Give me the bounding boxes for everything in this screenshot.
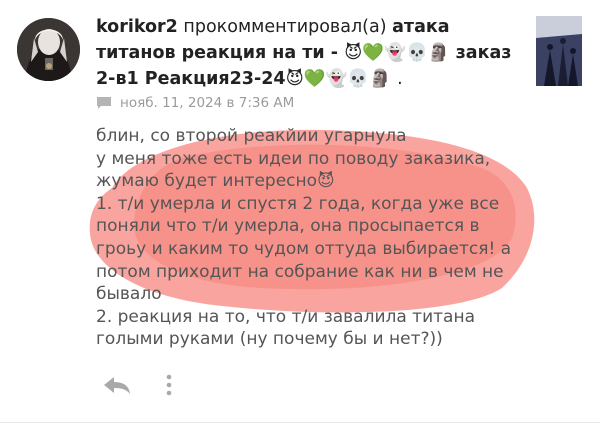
more-vertical-icon[interactable] [166, 374, 172, 396]
comment-line: бывало [96, 284, 162, 305]
username-link[interactable]: korikor2 [96, 17, 178, 37]
notification-header: korikor2 прокомментировал(а) атака титан… [96, 14, 526, 92]
comment-line: блин, со второй реакйии угарнула [96, 126, 407, 146]
title-emojis-2: 😈💚👻💀🗿 [285, 69, 392, 89]
action-text: прокомментировал(а) [183, 17, 387, 37]
comment-body: блин, со второй реакйии угарнула у меня … [96, 125, 536, 351]
title-end: . [397, 69, 403, 89]
comment-line: гроьу и каким то чудом оттуда выбирается… [96, 238, 512, 259]
comment-line: жумаю будет интересно😈 [96, 171, 335, 192]
title-emojis-1: 😈💚👻💀🗿 [344, 43, 450, 63]
comment-icon [97, 97, 111, 109]
comment-line: у меня тоже есть идеи по поводу заказика… [96, 148, 491, 169]
post-thumbnail[interactable] [536, 16, 582, 86]
comment-line: 2. реакция на то, что т/и завалила титан… [96, 306, 475, 327]
reply-arrow-icon[interactable] [102, 375, 132, 395]
comment-line: поняли что т/и умерла, она просыпается в [96, 216, 480, 237]
comment-line: потом приходит на собрание как ни в чем … [96, 261, 504, 282]
comment-line: 1. т/и умерла и спустя 2 года, когда уже… [96, 193, 500, 214]
comment-timestamp: нояб. 11, 2024 в 7:36 AM [120, 95, 295, 111]
user-avatar[interactable] [17, 18, 80, 81]
comment-line: голыми руками (ну почему бы и нет?)) [96, 329, 443, 350]
comment-actions [102, 374, 172, 396]
divider [0, 422, 600, 423]
comment-meta: нояб. 11, 2024 в 7:36 AM [96, 95, 294, 111]
